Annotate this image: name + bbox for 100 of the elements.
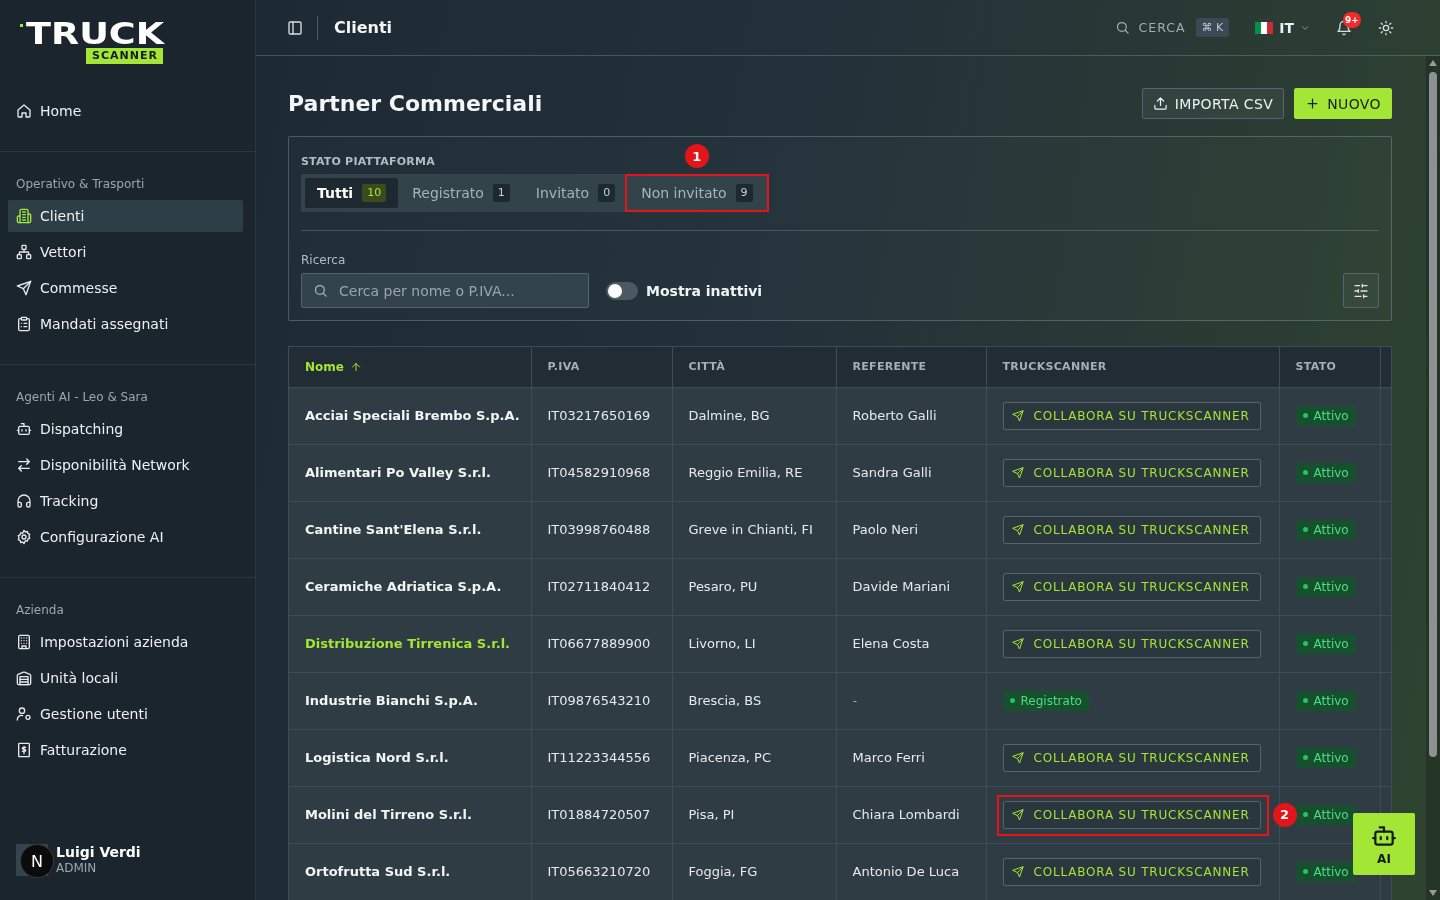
- sidebar-item[interactable]: Fatturazione: [8, 734, 243, 766]
- status-text: Attivo: [1313, 408, 1349, 423]
- table-cell: IT01884720507: [531, 786, 672, 843]
- table-cell: IT11223344556: [531, 729, 672, 786]
- paper-plane-icon: [1011, 808, 1024, 821]
- field-label: Ricerca: [301, 253, 346, 267]
- warehouse-icon: [16, 670, 32, 686]
- status-dot-icon: [1302, 470, 1308, 475]
- user-icon: [16, 706, 32, 722]
- collaborate-button[interactable]: COLLABORA SU TRUCKSCANNER: [1002, 401, 1261, 430]
- collaborate-button[interactable]: COLLABORA SU TRUCKSCANNER: [1002, 629, 1261, 658]
- status-dot-icon: [1302, 869, 1308, 875]
- sidebar-item[interactable]: Impostazioni azienda: [8, 626, 243, 658]
- status-text: Attivo: [1313, 864, 1349, 879]
- square-icon: [20, 24, 23, 27]
- sidebar-item[interactable]: Mandati assegnati: [8, 308, 243, 340]
- status-text: Registrato: [1020, 693, 1082, 708]
- sun-icon: [1378, 19, 1394, 36]
- paper-plane-icon: [1011, 409, 1024, 422]
- table-cell: IT04582910968: [531, 444, 672, 501]
- column-header[interactable]: Nome: [289, 347, 531, 387]
- collaborate-button[interactable]: COLLABORA SU TRUCKSCANNER: [1002, 458, 1261, 487]
- search-icon: [1114, 20, 1130, 35]
- sidebar-item[interactable]: Unità locali: [8, 662, 243, 694]
- status-text: Attivo: [1313, 750, 1349, 765]
- table-cell: Acciai Speciali Brembo S.p.A.: [289, 387, 531, 444]
- table-cell: IT03998760488: [531, 501, 672, 558]
- count-badge: 9: [735, 184, 753, 202]
- table-cell: Molini del Tirreno S.r.l.: [289, 786, 531, 843]
- sidebar-item[interactable]: Dispatching: [8, 413, 243, 445]
- scroll-down-icon: [1429, 890, 1437, 896]
- plus-icon: [1305, 96, 1321, 111]
- toggle-switch[interactable]: [606, 282, 638, 300]
- scrollbar[interactable]: [1426, 56, 1440, 900]
- status-dot-icon: [1302, 641, 1308, 646]
- section-title: Azienda: [15, 602, 65, 618]
- count-badge: 10: [362, 184, 387, 202]
- assistant-button[interactable]: AI: [1353, 813, 1415, 875]
- column-header[interactable]: TRUCKSCANNER: [986, 347, 1279, 387]
- filter-label: STATO PIATTAFORMA: [301, 155, 435, 168]
- search-field[interactable]: Cerca per nome o P.IVA...: [301, 273, 589, 308]
- sidebar-item[interactable]: Commesse: [8, 272, 243, 304]
- import-button[interactable]: IMPORTA CSV: [1141, 88, 1285, 119]
- create-button[interactable]: NUOVO: [1294, 88, 1392, 119]
- scrollbar-thumb[interactable]: [1429, 72, 1437, 757]
- filter-tab[interactable]: Invitato 0: [523, 178, 628, 208]
- sidebar-toggle-button[interactable]: [287, 19, 303, 36]
- collaborate-button[interactable]: COLLABORA SU TRUCKSCANNER: [1002, 572, 1261, 601]
- sidebar-item[interactable]: Clienti: [8, 200, 243, 232]
- column-header[interactable]: STATO: [1279, 347, 1380, 387]
- filter-tab[interactable]: Non invitato 9: [629, 178, 765, 208]
- section-title: Operativo & Trasporti: [15, 176, 146, 192]
- status-dot-icon: [1302, 527, 1308, 532]
- filter-tab[interactable]: Tutti 10: [305, 178, 399, 208]
- shortcut-key: ⌘ K: [1195, 18, 1230, 37]
- status-text: Attivo: [1313, 579, 1349, 594]
- table-cell: Ortofrutta Sud S.r.l.: [289, 843, 531, 900]
- paper-plane-icon: [1011, 751, 1024, 764]
- collaborate-button[interactable]: COLLABORA SU TRUCKSCANNER: [1002, 800, 1261, 829]
- flag-icon: [1255, 21, 1274, 34]
- table-cell: Pesaro, PU: [672, 558, 836, 615]
- sidebar-item[interactable]: Vettori: [8, 236, 243, 268]
- sidebar-item[interactable]: Home: [8, 95, 243, 127]
- column-header[interactable]: CITTÀ: [672, 347, 836, 387]
- table-cell: IT09876543210: [531, 672, 672, 729]
- paper-plane-icon: [1011, 637, 1024, 650]
- status-text: Attivo: [1313, 636, 1349, 651]
- paper-plane-icon: [16, 280, 32, 296]
- search-button[interactable]: CERCA ⌘ K: [1114, 18, 1230, 37]
- robot-icon: [16, 421, 32, 437]
- sidebar-item[interactable]: Configurazione AI: [8, 521, 243, 553]
- building-icon: [16, 634, 32, 650]
- collaborate-button[interactable]: COLLABORA SU TRUCKSCANNER: [1002, 857, 1261, 886]
- paper-plane-icon: [1011, 523, 1024, 536]
- status-dot-icon: [1302, 584, 1308, 589]
- theme-toggle-button[interactable]: [1378, 19, 1394, 36]
- status-dot-icon: [1302, 413, 1308, 418]
- table-cell: Marco Ferri: [836, 729, 986, 786]
- status-text: Attivo: [1313, 465, 1349, 480]
- toggle-label: Mostra inattivi: [646, 282, 763, 300]
- notification-badge: 9+: [1343, 11, 1361, 28]
- collaborate-button[interactable]: COLLABORA SU TRUCKSCANNER: [1002, 743, 1261, 772]
- sidebar-item[interactable]: Tracking: [8, 485, 243, 517]
- section-title: Agenti AI - Leo & Sara: [15, 389, 149, 405]
- home-icon: [16, 103, 32, 119]
- column-header[interactable]: REFERENTE: [836, 347, 986, 387]
- scroll-up-icon: [1429, 60, 1437, 66]
- paper-plane-icon: [1011, 580, 1024, 593]
- sidebar-item[interactable]: Gestione utenti: [8, 698, 243, 730]
- sidebar-item[interactable]: Disponibilità Network: [8, 449, 243, 481]
- status-dot-icon: [1009, 698, 1015, 703]
- count-badge: 0: [598, 184, 616, 202]
- receipt-icon: [16, 742, 32, 758]
- paper-plane-icon: [1011, 466, 1024, 479]
- language-button[interactable]: IT: [1255, 19, 1310, 36]
- filter-tab[interactable]: Registrato 1: [400, 178, 522, 208]
- table-cell: Cantine Sant'Elena S.r.l.: [289, 501, 531, 558]
- column-header[interactable]: P.IVA: [531, 347, 672, 387]
- collaborate-button[interactable]: COLLABORA SU TRUCKSCANNER: [1002, 515, 1261, 544]
- filter-settings-button[interactable]: [1343, 273, 1379, 308]
